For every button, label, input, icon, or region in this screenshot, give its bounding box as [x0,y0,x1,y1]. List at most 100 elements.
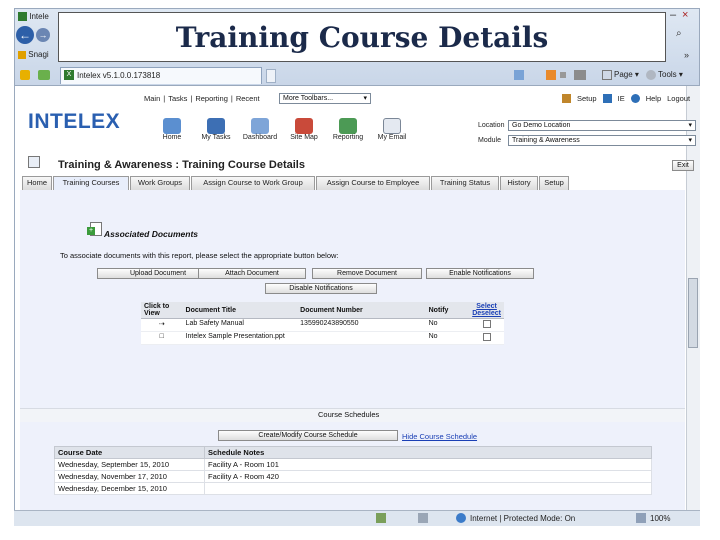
document-title[interactable]: Lab Safety Manual [182,318,298,332]
course-schedules-title: Course Schedules [318,410,380,419]
window-title: Intele [18,12,49,22]
table-header-row: Course Date Schedule Notes [54,446,652,459]
documents-table: Click to View Document Title Document Nu… [141,302,504,345]
logout-link[interactable]: Logout [667,94,690,103]
home-icon [163,118,181,134]
slide-title: Training Course Details [175,20,549,54]
course-date: Wednesday, December 15, 2010 [54,482,205,495]
view-document-icon[interactable]: □ [160,333,164,340]
exit-button[interactable]: Exit [672,160,694,171]
close-window-icon[interactable]: × [682,9,688,21]
menu-recent[interactable]: Recent [236,94,260,103]
document-notify: No [425,318,470,332]
tab-history[interactable]: History [500,176,538,190]
hide-schedule-link[interactable]: Hide Course Schedule [402,432,477,441]
table-row: □ Intelex Sample Presentation.ppt No [141,331,504,345]
enable-notifications-button[interactable]: Enable Notifications [426,268,534,279]
menu-main[interactable]: Main [144,94,160,103]
add-favorites-icon[interactable] [38,70,50,80]
snagit-icon [18,50,26,59]
gear-icon [646,70,656,80]
toolbars-select[interactable]: More Toolbars... ▾ [279,93,371,104]
slide-title-box: Training Course Details [58,12,666,62]
column-header: Click to View [141,302,183,319]
ie-link[interactable]: IE [618,94,625,103]
zoom-icon [636,513,646,523]
back-arrow-icon[interactable]: ← [16,26,34,44]
module-select[interactable]: Training & Awareness ▾ [508,135,696,146]
attach-document-button[interactable]: Attach Document [198,268,306,279]
internet-globe-icon [456,513,466,523]
forward-arrow-icon[interactable]: → [36,28,50,42]
rss-feed-icon[interactable] [546,70,556,80]
tab-assign-course-work-group[interactable]: Assign Course to Work Group [191,176,315,190]
top-right-links: Setup IE Help Logout [562,94,690,103]
schedule-notes [204,482,652,495]
site-map-icon [295,118,313,134]
favorites-star-icon[interactable] [20,70,30,80]
help-link[interactable]: Help [646,94,661,103]
tab-work-groups[interactable]: Work Groups [130,176,190,190]
module-label: Module [478,137,501,144]
intelex-logo: INTELEX [28,110,121,133]
schedule-notes: Facility A - Room 420 [204,470,652,483]
tab-setup[interactable]: Setup [539,176,569,190]
schedule-notes: Facility A - Room 101 [204,458,652,471]
column-header: Course Date [54,446,205,459]
status-page-icon [418,513,428,523]
top-menu: Main | Tasks | Reporting | Recent [144,94,260,103]
location-label: Location [478,122,505,129]
table-row: Wednesday, December 15, 2010 [54,482,652,495]
zoom-level[interactable]: 100% [650,514,670,523]
menu-reporting[interactable]: Reporting [195,94,228,103]
nav-reporting[interactable]: Reporting [326,118,370,141]
chevron-down-icon: ▾ [688,122,692,129]
location-select[interactable]: Go Demo Location ▾ [508,120,696,131]
create-modify-schedule-button[interactable]: Create/Modify Course Schedule [218,430,398,441]
new-tab-button[interactable] [266,69,276,83]
home-icon[interactable] [514,70,524,80]
report-icon [339,118,357,134]
table-row: Wednesday, September 15, 2010 Facility A… [54,458,652,471]
tab-home[interactable]: Home [22,176,52,190]
tasks-icon [207,118,225,134]
minimize-window-icon[interactable]: – [670,9,676,21]
table-header-row: Click to View Document Title Document Nu… [141,302,504,319]
tab-assign-course-employee[interactable]: Assign Course to Employee [316,176,430,190]
tab-training-courses[interactable]: Training Courses [53,176,129,190]
table-row: Wednesday, November 17, 2010 Facility A … [54,470,652,483]
menu-tasks[interactable]: Tasks [168,94,187,103]
page-menu[interactable]: Page ▾ [614,70,639,79]
tools-menu[interactable]: Tools ▾ [658,70,683,79]
print-icon[interactable] [574,70,586,80]
column-header: Document Title [182,302,298,319]
module-icon [28,156,40,168]
chevron-icon[interactable]: » [684,50,689,60]
document-title[interactable]: Intelex Sample Presentation.ppt [182,331,298,345]
setup-link[interactable]: Setup [577,94,597,103]
nav-home[interactable]: Home [150,118,194,141]
browser-status-bar [14,510,700,526]
row-checkbox[interactable] [482,333,491,341]
select-deselect-link[interactable]: Select Deselect [472,303,501,317]
browser-tab[interactable]: X Intelex v5.1.0.0.173818 [60,67,262,84]
view-document-icon[interactable]: ⇢ [159,321,165,328]
document-notify: No [425,331,470,345]
intelex-tab-icon: X [64,70,74,80]
search-icon[interactable]: ⌕ [676,28,682,39]
schedule-table: Course Date Schedule Notes Wednesday, Se… [54,446,652,495]
tab-training-status[interactable]: Training Status [431,176,499,190]
nav-my-tasks[interactable]: My Tasks [194,118,238,141]
remove-document-button[interactable]: Remove Document [312,268,422,279]
scrollbar-thumb[interactable] [688,278,698,348]
nav-site-map[interactable]: Site Map [282,118,326,141]
chevron-down-icon: ▾ [363,95,367,102]
nav-dashboard[interactable]: Dashboard [238,118,282,141]
nav-my-email[interactable]: My Email [370,118,414,141]
mail-icon[interactable] [560,72,566,78]
column-header: Schedule Notes [204,446,652,459]
row-checkbox[interactable] [482,320,491,328]
status-zone-icon [376,513,386,523]
favorites-bar[interactable]: Snagi [18,50,49,59]
disable-notifications-button[interactable]: Disable Notifications [265,283,377,294]
